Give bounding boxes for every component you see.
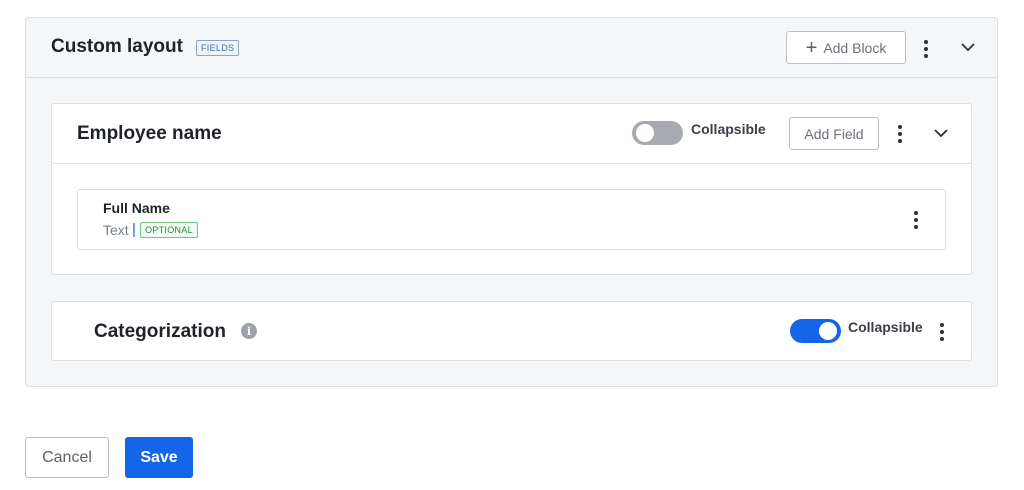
block-employee-name-header: Employee name Collapsible Add Field: [52, 104, 971, 164]
plus-icon: +: [805, 36, 818, 59]
collapsible-label: Collapsible: [691, 121, 766, 137]
add-block-button[interactable]: + Add Block: [786, 31, 906, 64]
optional-tag: OPTIONAL: [140, 222, 198, 238]
block-chevron-down-icon[interactable]: [933, 125, 949, 141]
custom-layout-header: Custom layout FIELDS + Add Block: [26, 18, 997, 78]
custom-layout-panel: Custom layout FIELDS + Add Block Employe…: [25, 17, 998, 387]
cancel-button[interactable]: Cancel: [25, 437, 109, 478]
collapsible-label: Collapsible: [848, 319, 923, 335]
field-row-full-name[interactable]: Full Name Text | OPTIONAL: [77, 189, 946, 250]
fields-tag: FIELDS: [196, 40, 240, 56]
collapsible-toggle[interactable]: [632, 121, 683, 145]
block-kebab-menu-icon[interactable]: [892, 123, 908, 145]
custom-layout-title: Custom layout: [51, 36, 183, 57]
info-icon[interactable]: i: [241, 323, 257, 339]
collapsible-toggle[interactable]: [790, 319, 841, 343]
field-type: Text: [103, 222, 129, 238]
layout-kebab-menu-icon[interactable]: [918, 38, 934, 60]
add-field-button[interactable]: Add Field: [789, 117, 879, 150]
field-kebab-menu-icon[interactable]: [908, 209, 924, 231]
field-separator: |: [132, 221, 136, 238]
block-kebab-menu-icon[interactable]: [934, 321, 950, 343]
block-title: Categorization: [94, 321, 226, 342]
block-employee-name: Employee name Collapsible Add Field Full…: [51, 103, 972, 275]
field-name: Full Name: [103, 200, 170, 216]
layout-chevron-down-icon[interactable]: [960, 39, 976, 55]
add-block-label: Add Block: [823, 39, 887, 56]
save-button[interactable]: Save: [125, 437, 193, 478]
block-title: Employee name: [77, 123, 222, 144]
block-categorization: Categorization i Collapsible: [51, 301, 972, 361]
